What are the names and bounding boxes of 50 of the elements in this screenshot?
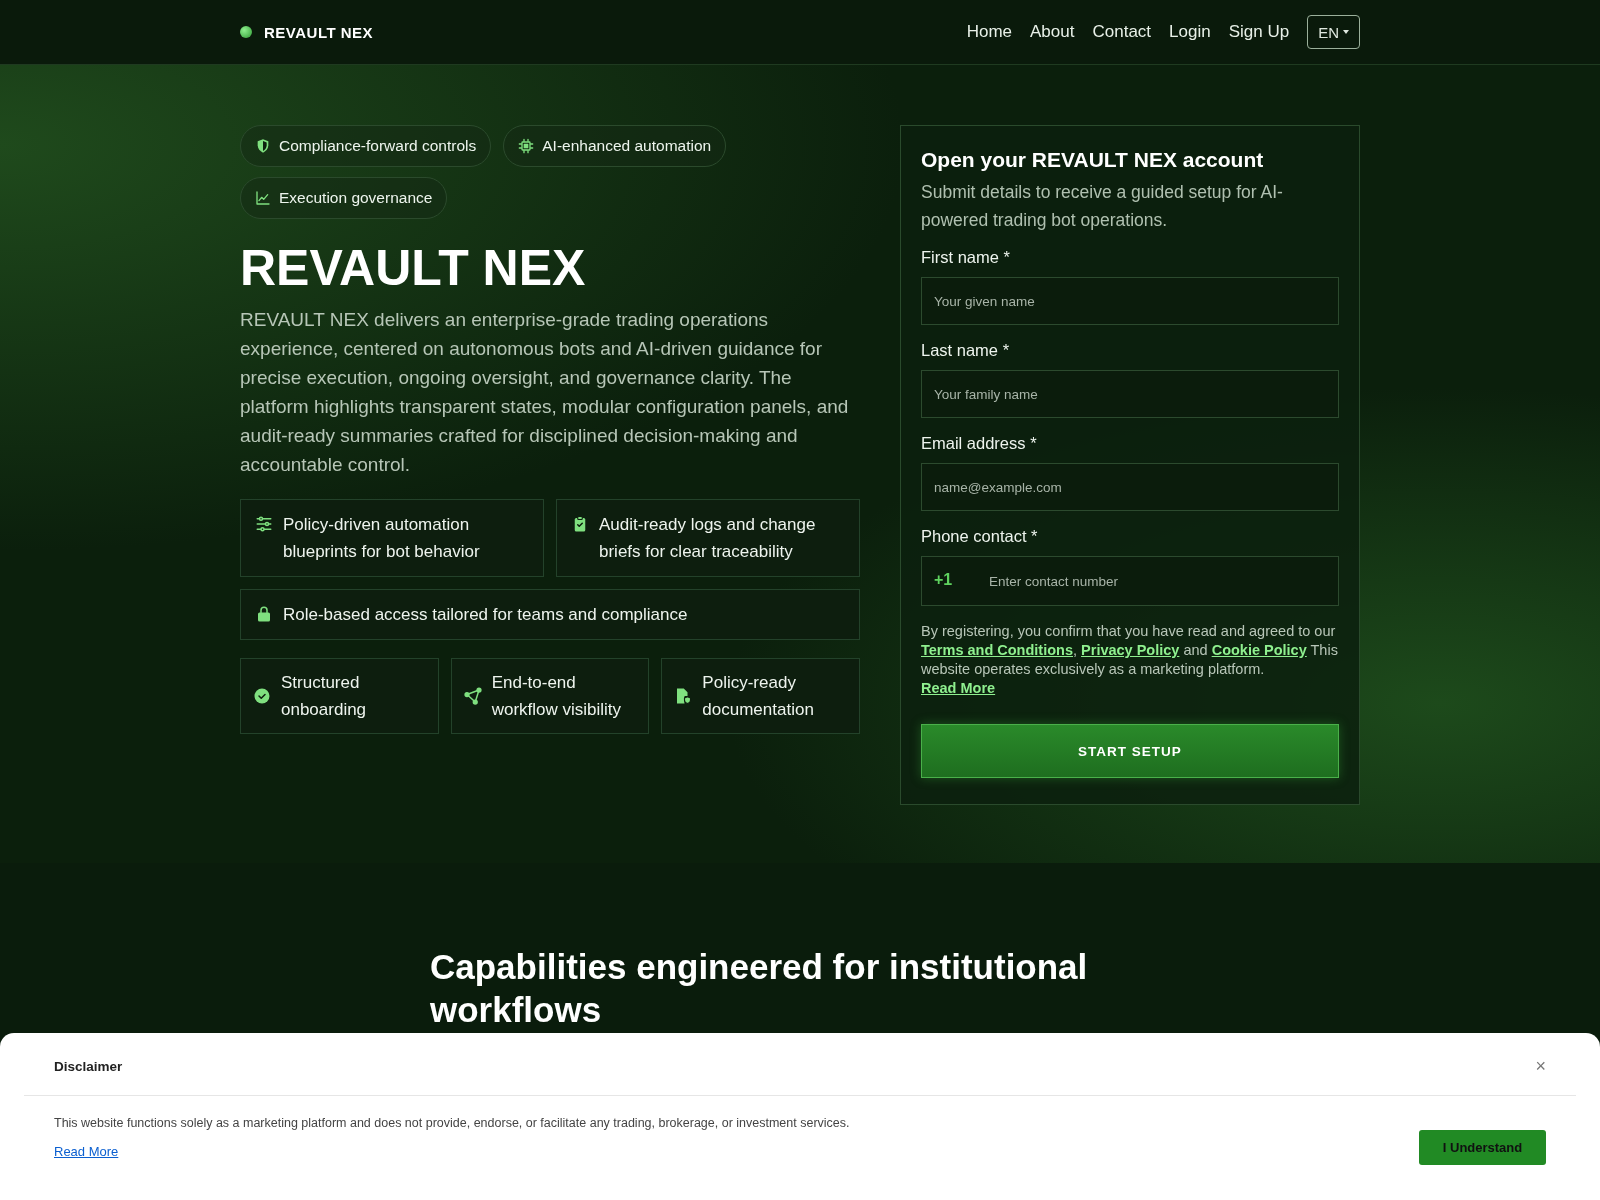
input-field[interactable]: name@example.com [921, 463, 1339, 511]
line-chart-icon [255, 190, 271, 206]
feature-text: Policy-driven automation blueprints for bot behavior [283, 514, 481, 563]
nodes-icon [463, 687, 482, 705]
badge-label: Execution governance [279, 189, 433, 207]
field-label: First name * [921, 248, 1011, 267]
input-field[interactable]: Your family name [921, 370, 1339, 418]
nav-link[interactable]: Sign Up [1228, 22, 1290, 42]
section-heading: Capabilities engineered for institutional workflows [430, 946, 1089, 1031]
badge-label: AI-enhanced automation [542, 137, 712, 155]
start-setup-button[interactable]: START SETUP [921, 724, 1339, 778]
hero-description: REVAULT NEX delivers an enterprise-grade trading operations experience, centered on autonomous bots and AI-driven guidance for precise execution, ongoing oversight, and governance clarity. The platform highlights transparent states, modular configuration panels, and audit-ready summaries crafted for disciplined decision-making and accountable control. [240, 308, 850, 477]
understand-button[interactable]: I Understand [1419, 1130, 1546, 1165]
badge-label: Compliance-forward controls [279, 137, 477, 155]
disclaimer-text: This website functions solely as a marketing platform and does not provide, endorse, or facilitate any trading, brokerage, or investment services. [54, 1116, 850, 1130]
feature-text: Role-based access tailored for teams and compliance [283, 604, 688, 626]
brand-name[interactable]: REVAULT NEX [264, 23, 374, 41]
field-label: Last name * [921, 341, 1011, 360]
policy-link[interactable]: Read More [921, 680, 996, 696]
hero-title: REVAULT NEX [240, 239, 587, 297]
logo-dot-icon [240, 26, 252, 38]
nav-link[interactable]: About [1030, 22, 1075, 42]
feature-text: End-to-end workflow visibility [491, 672, 623, 721]
policy-link[interactable]: Cookie Policy [1211, 642, 1307, 658]
feature-text: Audit-ready logs and change briefs for clear traceability [599, 514, 817, 563]
nav-link[interactable]: Contact [1092, 22, 1152, 42]
caret-icon [1343, 30, 1349, 34]
document-shield-icon [674, 687, 693, 705]
check-circle-icon [253, 687, 271, 705]
read-more-link[interactable]: Read More [54, 1144, 119, 1159]
chip-icon [518, 138, 535, 154]
feature-text: Structured onboarding [281, 672, 368, 721]
shield-icon [255, 138, 271, 154]
consent-text: By registering, you confirm that you have read and agreed to our Terms and Conditions, Privacy Policy and Cookie Policy This website operates exclusively as a marketing platform. Read More [921, 622, 1339, 698]
field-label: Email address * [921, 434, 1038, 453]
sliders-icon [255, 515, 273, 533]
lock-icon [255, 605, 273, 623]
policy-link[interactable]: Terms and Conditions [921, 642, 1073, 658]
country-code: +1 [934, 571, 953, 589]
nav-link[interactable]: Home [966, 22, 1013, 42]
field-label: Phone contact * [921, 527, 1039, 546]
policy-link[interactable]: Privacy Policy [1081, 642, 1180, 658]
input-field[interactable]: Your given name [921, 277, 1339, 325]
close-button[interactable]: × [1535, 1055, 1546, 1077]
form-title: Open your REVAULT NEX account [921, 148, 1265, 172]
disclaimer-title: Disclaimer [54, 1058, 123, 1074]
feature-text: Policy-ready documentation [702, 672, 815, 721]
language-selector[interactable]: EN [1307, 15, 1360, 49]
nav-link[interactable]: Login [1169, 22, 1211, 42]
form-subtitle: Submit details to receive a guided setup for AI-powered trading bot operations. [921, 181, 1284, 232]
